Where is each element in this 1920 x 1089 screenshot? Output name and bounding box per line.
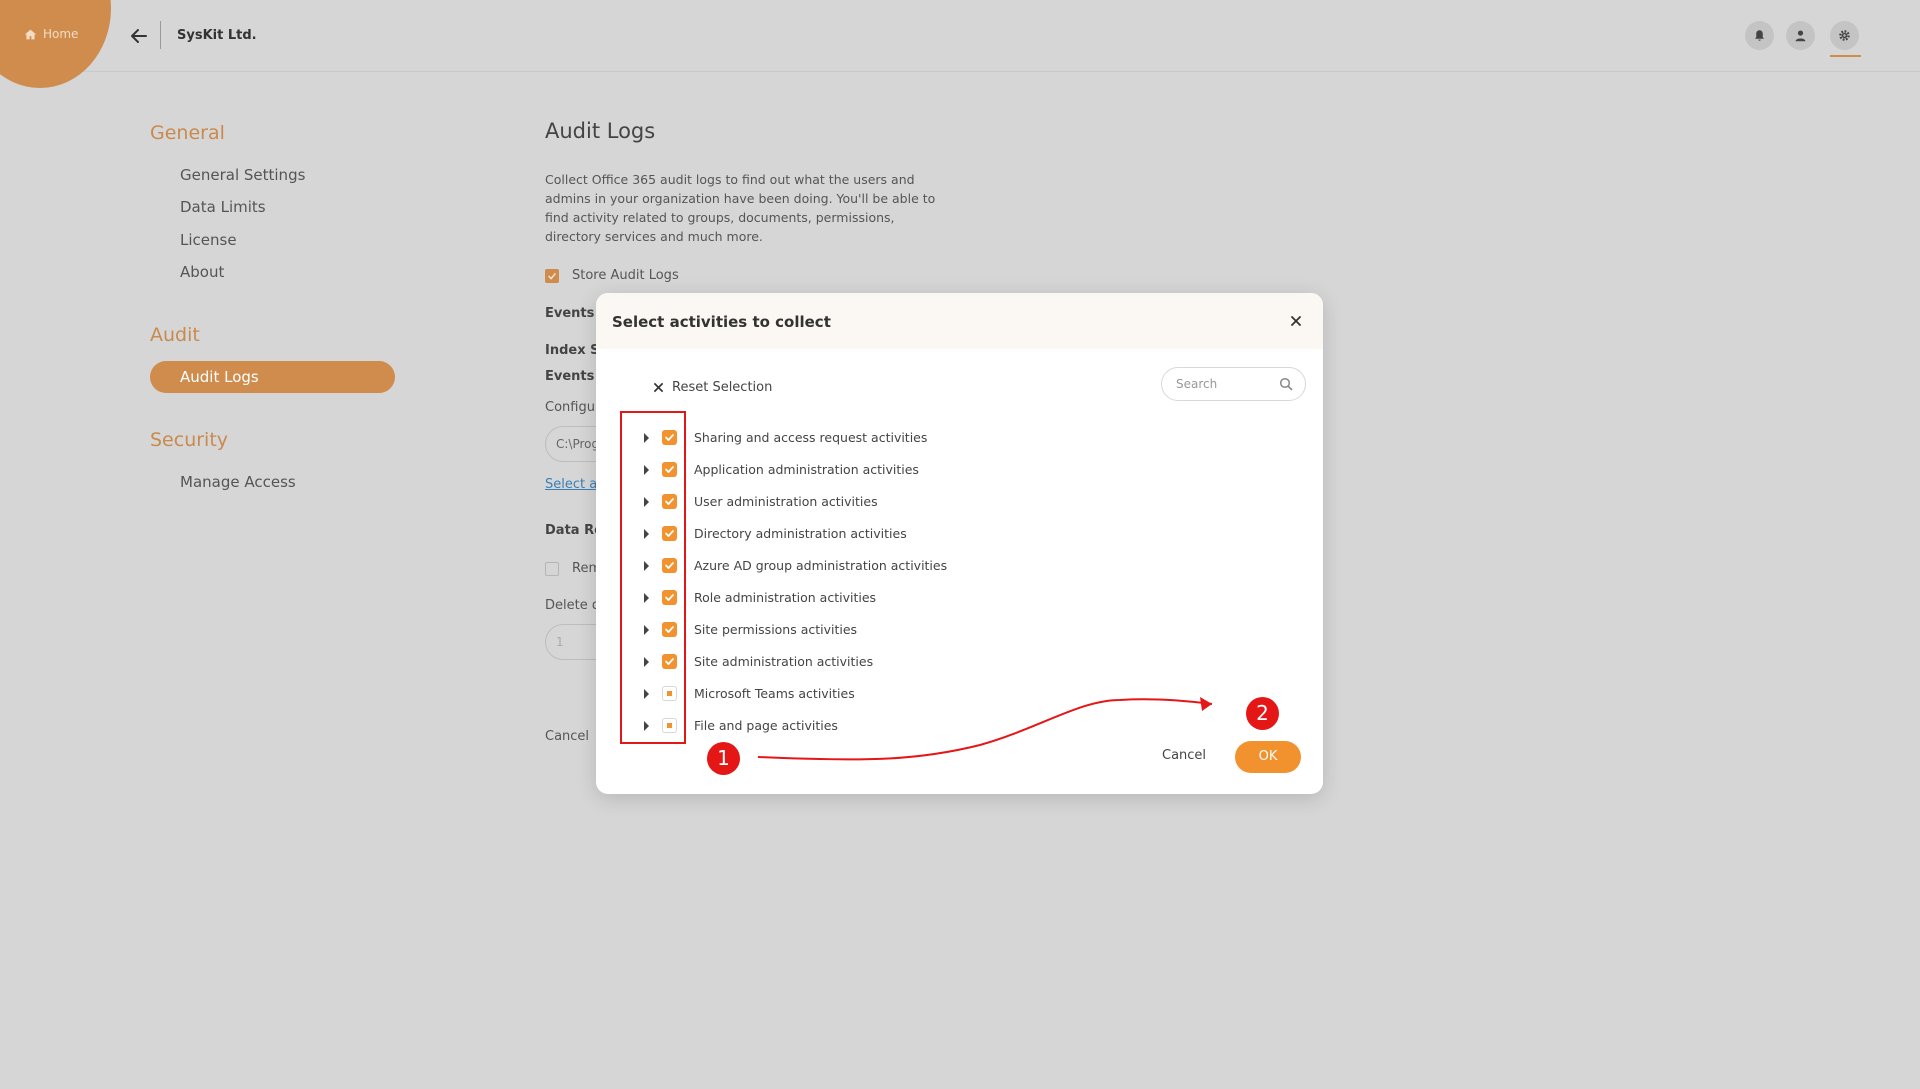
gear-icon <box>1839 30 1850 41</box>
remove-checkbox[interactable] <box>545 562 559 576</box>
ok-button[interactable]: OK <box>1235 741 1301 773</box>
page-description: Collect Office 365 audit logs to find ou… <box>545 172 936 244</box>
dialog-header: Select activities to collect <box>596 293 1323 349</box>
activity-row: User administration activities <box>596 489 1323 515</box>
annotation-marker-2: 2 <box>1246 697 1279 730</box>
nav-item-manage-access[interactable]: Manage Access <box>180 473 296 491</box>
active-indicator <box>1830 55 1861 57</box>
activity-label: File and page activities <box>694 718 838 733</box>
nav-section-security: Security <box>150 429 229 451</box>
org-name: SysKit Ltd. <box>177 28 257 43</box>
nav-item-license[interactable]: License <box>180 231 237 249</box>
search-placeholder: Search <box>1176 377 1218 391</box>
activity-row: Azure AD group administration activities <box>596 553 1323 579</box>
data-retention-heading: Data Re <box>545 523 603 538</box>
checkmark-icon <box>548 272 557 280</box>
activity-row: File and page activities <box>596 713 1323 739</box>
store-audit-logs-checkbox[interactable] <box>545 269 559 283</box>
events-heading: Events i <box>545 306 604 321</box>
nav-item-audit-logs[interactable]: Audit Logs <box>150 361 395 393</box>
nav-section-general: General <box>150 122 225 144</box>
activity-label: Microsoft Teams activities <box>694 686 855 701</box>
search-input[interactable]: Search <box>1161 367 1306 401</box>
activity-row: Microsoft Teams activities <box>596 681 1323 707</box>
nav-item-data-limits[interactable]: Data Limits <box>180 198 266 216</box>
home-label: Home <box>43 27 79 41</box>
home-badge <box>0 0 111 88</box>
configuration-label: Configur <box>545 400 601 415</box>
activity-row: Directory administration activities <box>596 521 1323 547</box>
dialog-title: Select activities to collect <box>612 313 831 331</box>
activity-label: Directory administration activities <box>694 526 907 541</box>
activity-row: Site permissions activities <box>596 617 1323 643</box>
select-activities-dialog: Select activities to collect Reset Selec… <box>596 293 1323 794</box>
annotation-marker-1: 1 <box>707 742 740 775</box>
activity-row: Site administration activities <box>596 649 1323 675</box>
page-title: Audit Logs <box>545 119 656 143</box>
home-link[interactable]: Home <box>24 27 78 41</box>
activity-label: Site administration activities <box>694 654 874 669</box>
activity-row: Role administration activities <box>596 585 1323 611</box>
nav-item-general-settings[interactable]: General Settings <box>180 166 305 184</box>
user-icon <box>1795 30 1806 42</box>
nav-item-about[interactable]: About <box>180 263 224 281</box>
reset-selection-button[interactable]: Reset Selection <box>653 380 772 395</box>
activity-label: Sharing and access request activities <box>694 430 928 445</box>
activity-label: User administration activities <box>694 494 878 509</box>
activity-label: Application administration activities <box>694 462 919 477</box>
store-audit-logs-label: Store Audit Logs <box>572 268 679 283</box>
page-cancel-button[interactable]: Cancel <box>545 729 589 744</box>
activity-label: Site permissions activities <box>694 622 858 637</box>
search-icon <box>1279 377 1293 391</box>
close-icon[interactable] <box>1289 314 1303 328</box>
top-bar: Home SysKit Ltd. <box>0 0 1920 88</box>
nav-section-audit: Audit <box>150 324 200 346</box>
notifications-button[interactable] <box>1745 21 1774 50</box>
user-button[interactable] <box>1786 21 1815 50</box>
reset-selection-label: Reset Selection <box>672 380 773 395</box>
settings-button[interactable] <box>1830 21 1859 50</box>
x-icon <box>653 382 664 393</box>
back-arrow-icon[interactable] <box>129 26 149 46</box>
activity-row: Sharing and access request activities <box>596 425 1323 451</box>
activity-label: Role administration activities <box>694 590 877 605</box>
cancel-button[interactable]: Cancel <box>1162 748 1206 763</box>
bell-icon <box>1755 30 1764 41</box>
activity-row: Application administration activities <box>596 457 1323 483</box>
activity-label: Azure AD group administration activities <box>694 558 948 573</box>
annotation-highlight-box <box>620 411 686 744</box>
divider <box>160 21 161 49</box>
delete-label: Delete d <box>545 598 601 613</box>
home-icon <box>24 29 37 39</box>
